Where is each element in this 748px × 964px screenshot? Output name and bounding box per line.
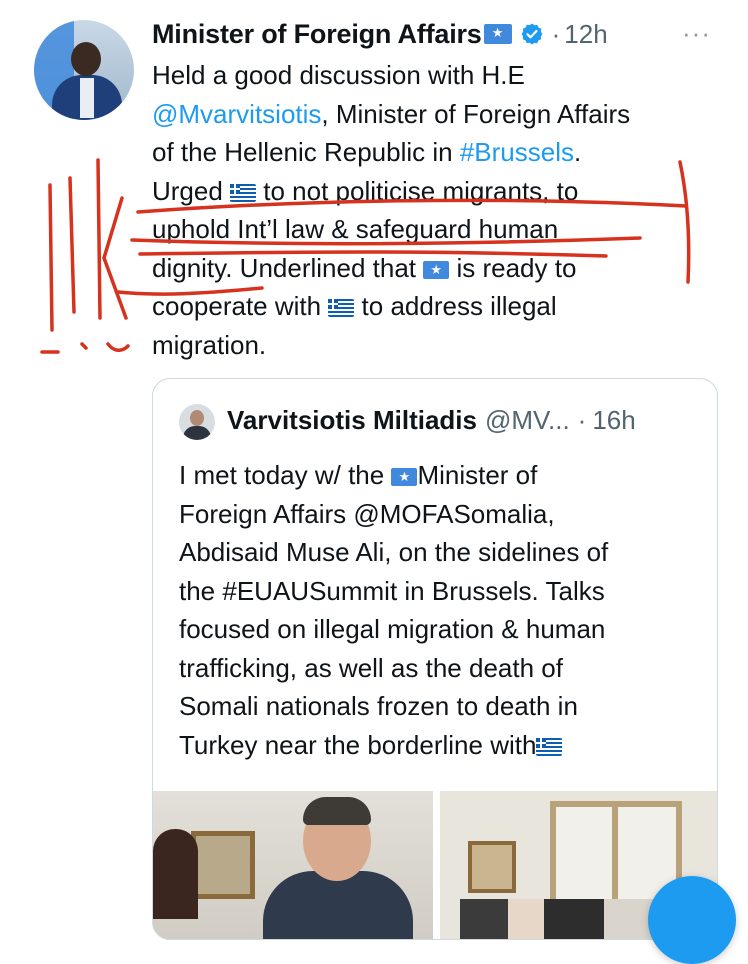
greece-flag-icon [230,183,257,202]
quoted-tweet-line: Abdisaid Muse Ali, on the sidelines of [179,533,699,572]
photo-person [153,829,198,919]
quoted-author-avatar[interactable] [179,404,215,440]
avatar-body [183,426,211,440]
tweet-text-span: to not politicise migrants, to [256,175,579,206]
tweet-text-span: Urged [152,175,231,206]
margin-mark [80,342,88,350]
quoted-tweet-line: trafficking, as well as the death of [179,649,699,688]
photo-person-hair [303,797,371,825]
tweet-text-span: . [574,137,582,167]
quoted-tweet-line: the #EUAUSummit in Brussels. Talks [179,572,699,611]
tweet-line: migration. [152,326,732,365]
greece-flag-icon [328,299,355,318]
author-avatar[interactable] [34,20,134,120]
photo-wall-frame [191,831,255,899]
margin-mark [106,342,130,352]
more-icon[interactable]: ··· [682,18,711,49]
quoted-text-span: Minister of [417,460,538,490]
quoted-header-separator: · [577,405,587,435]
mention-link[interactable]: @Mvarvitsiotis [152,99,321,129]
somalia-flag-icon [423,260,450,280]
author-name[interactable]: Minister of Foreign Affairs [152,19,482,50]
quoted-text-span: I met today w/ the [179,460,392,490]
quoted-photo-1[interactable] [153,791,433,939]
margin-mark [68,176,76,314]
quoted-tweet-body: I met today w/ the Minister of Foreign A… [179,456,699,764]
quoted-text-span: Abdisaid Muse Ali, on the sidelines of [179,537,609,567]
tweet-timestamp[interactable]: 12h [564,19,607,50]
hashtag-link[interactable]: #Brussels [460,137,574,167]
verified-badge-icon [521,23,543,45]
quoted-text-span: Somali nationals frozen to death in [179,691,578,721]
tweet-text-span: cooperate with [152,291,329,321]
tweet-text-span: of the Hellenic Republic in [152,137,460,167]
somalia-flag-icon [483,23,512,44]
tweet-text-span: to address illegal [354,291,557,321]
tweet-text-span: uphold Int’l law & safeguard human [152,214,559,244]
header-separator: · [551,18,561,49]
quoted-text-span: the #EUAUSummit in Brussels. Talks [179,575,605,606]
tweet-body: Held a good discussion with H.E @Mvarvit… [152,56,732,364]
quoted-text-span: Foreign Affairs @MOFASomalia, [179,498,555,529]
somalia-flag-icon [391,467,418,487]
tweet-line: Urged to not politicise migrants, to [152,172,732,211]
quoted-tweet-line: Turkey near the borderline with [179,726,699,765]
tweet-line: of the Hellenic Republic in #Brussels. [152,133,732,172]
tweet-text-span: migration. [152,329,267,360]
tweet-line: dignity. Underlined that is ready to [152,249,732,288]
margin-mark [96,158,102,320]
quoted-tweet-header: Varvitsiotis Miltiadis @MV... · 16h [227,405,636,436]
quoted-tweet-timestamp[interactable]: 16h [592,405,635,436]
photo-person [263,871,413,939]
photo-wall-frame [468,841,516,893]
quoted-text-span: Turkey near the borderline with [179,729,537,760]
quoted-tweet-line: Somali nationals frozen to death in [179,687,699,726]
tweet-text-span: is ready to [449,252,577,283]
quoted-text-span: trafficking, as well as the death of [179,652,563,683]
tweet-text-span: dignity. Underlined that [152,252,424,283]
tweet-line: Held a good discussion with H.E [152,56,732,95]
avatar-shirt [80,78,94,118]
tweet-text-span: Held a good discussion with H.E [152,60,525,90]
quoted-tweet[interactable]: Varvitsiotis Miltiadis @MV... · 16h I me… [152,378,718,940]
quoted-tweet-line: focused on illegal migration & human [179,610,699,649]
margin-mark [48,183,54,332]
tweet-header: Minister of Foreign Affairs · 12h [152,14,608,54]
avatar-head [190,410,204,426]
tweet-line: uphold Int’l law & safeguard human [152,210,732,249]
compose-fab-icon[interactable] [648,876,736,964]
quoted-tweet-line: Foreign Affairs @MOFASomalia, [179,495,699,534]
tweet-line: @Mvarvitsiotis, Minister of Foreign Affa… [152,95,732,134]
margin-mark [102,196,128,320]
quoted-text-span: focused on illegal migration & human [179,614,606,644]
greece-flag-icon [536,737,563,756]
tweet-line: cooperate with to address illegal [152,287,732,326]
avatar-head [71,42,101,76]
tweet-text-span: , Minister of Foreign Affairs [321,98,631,129]
quoted-author-handle[interactable]: @MV... [485,405,570,436]
quoted-author-name[interactable]: Varvitsiotis Miltiadis [227,405,477,436]
quoted-tweet-line: I met today w/ the Minister of [179,456,699,495]
